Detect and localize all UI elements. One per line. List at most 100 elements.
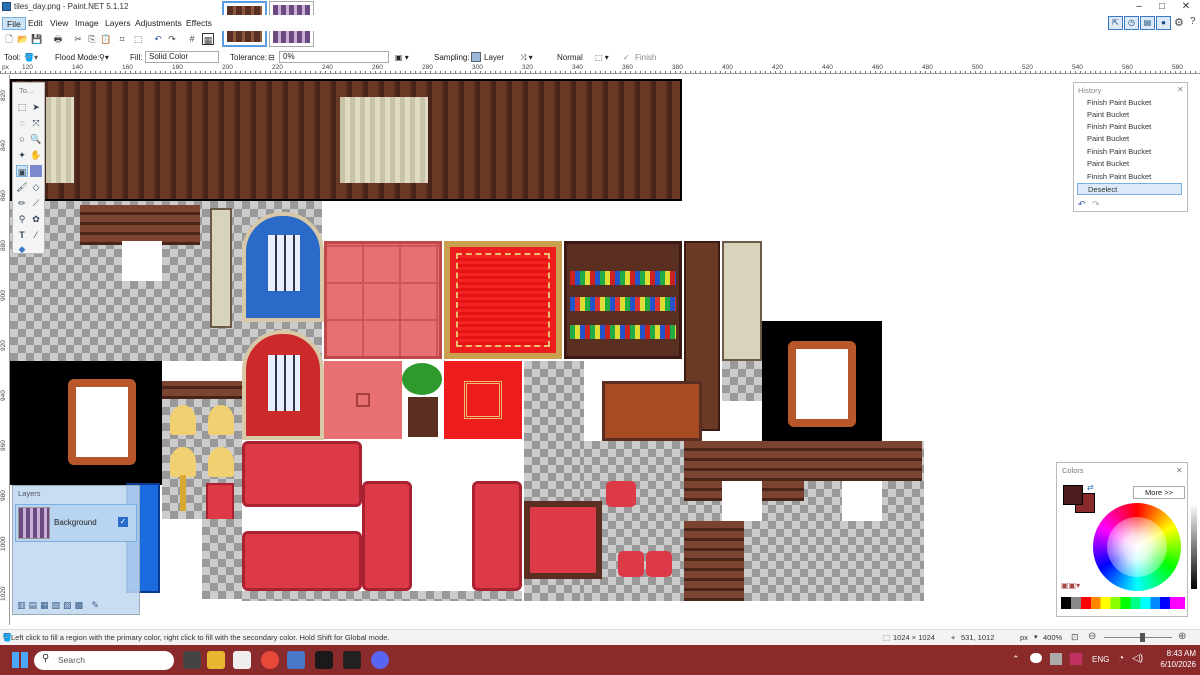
history-item[interactable]: Finish Paint Bucket xyxy=(1077,121,1182,133)
tools-window-icon[interactable]: ⇱ xyxy=(1108,16,1123,30)
zoom-icon[interactable]: 🔍 xyxy=(30,133,42,145)
paintbrush-icon[interactable]: 🖌 xyxy=(16,181,28,193)
finish-check-icon[interactable]: ✓ xyxy=(623,52,630,63)
windows-start-icon[interactable] xyxy=(12,652,28,668)
open-file-icon[interactable]: 📂 xyxy=(17,33,29,45)
zoom-in-icon[interactable]: ⊕ xyxy=(1178,631,1186,642)
menu-file[interactable]: File xyxy=(2,17,26,30)
text-tool-icon[interactable]: T xyxy=(16,229,28,241)
zoom-slider-thumb[interactable] xyxy=(1140,633,1145,642)
close-button[interactable]: ✕ xyxy=(1174,0,1198,14)
pixel-grid-icon[interactable]: ▦ xyxy=(202,33,214,45)
zoom-slider[interactable] xyxy=(1104,637,1172,638)
brightness-slider[interactable] xyxy=(1191,503,1197,589)
pan-icon[interactable]: ✋ xyxy=(30,149,42,161)
flood-mode-dropdown[interactable]: ⚲▾ xyxy=(99,52,109,63)
copy-icon[interactable]: ⎘ xyxy=(86,33,98,45)
selection-mode-icon[interactable]: ⬚ ▾ xyxy=(595,52,609,63)
history-item[interactable]: Finish Paint Bucket xyxy=(1077,146,1182,158)
more-colors-button[interactable]: More >> xyxy=(1133,486,1185,499)
paste-icon[interactable]: 📋 xyxy=(100,33,112,45)
tolerance-slider[interactable]: 0% xyxy=(279,51,389,63)
crop-icon[interactable]: ⌗ xyxy=(116,33,128,45)
magic-wand-icon[interactable]: ✦ xyxy=(16,149,28,161)
move-pixels-icon[interactable]: ⤧ xyxy=(30,117,42,129)
tolerance-reset-icon[interactable]: ⊟ xyxy=(268,52,275,63)
rectangle-select-icon[interactable]: ⬚ xyxy=(16,101,28,113)
ellipse-select-icon[interactable]: ○ xyxy=(16,133,28,145)
finish-button[interactable]: Finish xyxy=(635,52,656,63)
recolor-icon[interactable]: ✿ xyxy=(30,213,42,225)
unity-taskbar-icon[interactable] xyxy=(343,651,361,669)
new-file-icon[interactable]: 🗋 xyxy=(3,33,15,45)
menu-image[interactable]: Image xyxy=(71,17,103,30)
menu-view[interactable]: View xyxy=(46,17,72,30)
menu-layers[interactable]: Layers xyxy=(101,17,135,30)
units-dropdown-icon[interactable]: ▾ xyxy=(1034,633,1038,641)
menu-edit[interactable]: Edit xyxy=(24,17,47,30)
blend-mode-icon[interactable]: ⤨ ▾ xyxy=(520,52,533,63)
color-picker-icon[interactable]: ⟋ xyxy=(30,197,42,209)
app-taskbar-icon[interactable] xyxy=(315,651,333,669)
maximize-button[interactable]: □ xyxy=(1150,0,1174,14)
history-undo-icon[interactable]: ↶ xyxy=(1078,199,1086,210)
pencil-icon[interactable]: ✏ xyxy=(16,197,28,209)
paint-bucket-icon[interactable]: 🪣▾ xyxy=(24,52,38,63)
help-icon[interactable]: ? xyxy=(1190,16,1196,27)
colors-window-icon[interactable]: ● xyxy=(1156,16,1171,30)
line-curve-icon[interactable]: ⁄ xyxy=(30,229,42,241)
taskbar-search-box[interactable]: ⚲ Search xyxy=(34,651,174,670)
layer-actions-icon[interactable]: ▥▤▦▧▨▩ ✎ xyxy=(17,600,102,611)
sampling-dropdown[interactable]: Layer xyxy=(484,52,504,63)
colors-close-icon[interactable]: ✕ xyxy=(1176,466,1183,475)
blend-mode-dropdown[interactable]: Normal xyxy=(557,52,583,63)
tray-app-icon[interactable] xyxy=(1050,653,1062,665)
deselect-icon[interactable]: ⬚ xyxy=(132,33,144,45)
primary-color-swatch[interactable] xyxy=(1063,485,1083,505)
clock-date[interactable]: 6/10/2026 xyxy=(1150,660,1196,669)
history-window-icon[interactable]: ◷ xyxy=(1124,16,1139,30)
history-redo-icon[interactable]: ↷ xyxy=(1092,199,1100,210)
wifi-icon[interactable]: ◔ xyxy=(1118,653,1124,664)
zoom-level[interactable]: 400% xyxy=(1043,633,1062,642)
language-indicator[interactable]: ENG xyxy=(1092,655,1109,664)
undo-icon[interactable]: ↶ xyxy=(152,33,164,45)
zoom-fit-icon[interactable]: ⊡ xyxy=(1071,632,1079,643)
history-item-selected[interactable]: Deselect xyxy=(1077,183,1182,195)
gradient-icon[interactable] xyxy=(30,165,42,177)
move-selection-icon[interactable]: ➤ xyxy=(30,101,42,113)
paintnet-taskbar-icon[interactable] xyxy=(287,651,305,669)
menu-effects[interactable]: Effects xyxy=(182,17,216,30)
lasso-select-icon[interactable]: ◌ xyxy=(16,117,28,129)
store-icon[interactable] xyxy=(233,651,251,669)
grid-icon[interactable]: # xyxy=(186,33,198,45)
clock-time[interactable]: 8:43 AM xyxy=(1156,649,1196,658)
layers-window-icon[interactable]: ▤ xyxy=(1140,16,1155,30)
history-close-icon[interactable]: ✕ xyxy=(1177,85,1184,94)
swap-colors-icon[interactable]: ⇄ xyxy=(1087,483,1094,492)
history-item[interactable]: Paint Bucket xyxy=(1077,109,1182,121)
zoom-out-icon[interactable]: ⊖ xyxy=(1088,631,1096,642)
fill-dropdown[interactable]: Solid Color xyxy=(145,51,219,63)
palette-icon[interactable]: ▣▣▾ xyxy=(1061,581,1080,590)
onedrive-icon[interactable] xyxy=(1030,653,1042,663)
antialias-icon[interactable]: ▣ ▾ xyxy=(395,52,409,63)
minimize-button[interactable]: – xyxy=(1127,0,1151,14)
history-item[interactable]: Paint Bucket xyxy=(1077,158,1182,170)
task-view-icon[interactable] xyxy=(183,651,201,669)
file-explorer-icon[interactable] xyxy=(207,651,225,669)
eraser-icon[interactable]: ◇ xyxy=(30,181,42,193)
color-wheel[interactable] xyxy=(1093,503,1181,591)
cut-icon[interactable]: ✂ xyxy=(72,33,84,45)
volume-icon[interactable]: ◁) xyxy=(1132,653,1143,664)
menu-adjustments[interactable]: Adjustments xyxy=(131,17,186,30)
clone-stamp-icon[interactable]: ⚲ xyxy=(16,213,28,225)
settings-gear-icon[interactable]: ⚙ xyxy=(1174,16,1184,29)
print-icon[interactable]: 🖶 xyxy=(52,33,64,45)
units-selector[interactable]: px xyxy=(1020,633,1028,642)
tray-chevron-icon[interactable]: ⌃ xyxy=(1012,654,1020,665)
history-item[interactable]: Paint Bucket xyxy=(1077,133,1182,145)
image-canvas[interactable] xyxy=(10,75,1200,625)
save-icon[interactable]: 💾 xyxy=(31,33,43,45)
shapes-icon[interactable]: ◆ xyxy=(16,243,28,255)
